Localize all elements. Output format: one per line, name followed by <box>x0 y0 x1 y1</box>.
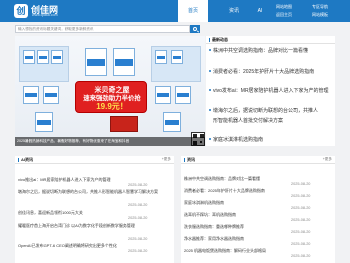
gift-box-image <box>110 116 138 132</box>
logo-domain: www.cjiaka.com <box>32 13 58 17</box>
list-item[interactable]: 消费者必看：2025年护肝片十大品牌选购指南 <box>209 68 333 75</box>
product-box-featured <box>113 48 135 76</box>
list-item[interactable]: 株洲中共空调选购指南：品牌对比一篇看懂 <box>209 47 333 54</box>
item-date: 2025-08-20 <box>291 242 311 246</box>
item-date: 2025-08-20 <box>128 216 148 220</box>
promo-banner: 米贝奇之屋 速来强劲助力半价抢 19.9元！ <box>75 81 147 113</box>
product-box <box>163 112 181 132</box>
promo-price: 19.9元！ <box>96 102 128 111</box>
search-button[interactable] <box>190 25 200 33</box>
news-panel: 资讯 +更多 株洲中共空调选购指南：品牌对比一篇看懂 2025-08-20 消费… <box>181 156 335 263</box>
news-link[interactable]: 家庭冰淇淋机选购指南 <box>213 137 263 143</box>
panel-accent-bar <box>209 38 210 42</box>
bullet-icon <box>209 138 211 140</box>
panel-header: 最新动态 <box>206 36 335 44</box>
panel-title: 最新动态 <box>212 37 228 42</box>
more-link[interactable]: +更多 <box>323 157 332 162</box>
list-item[interactable]: 墩海尔之后，据说切断为联想的台公司，共推人形智能机器人智慧学习解决方案 <box>18 189 171 195</box>
product-box <box>175 86 191 104</box>
news-link[interactable]: 株洲中共空调选购指南：品牌对比一篇看懂 <box>213 48 308 54</box>
item-date: 2025-08-20 <box>128 249 148 253</box>
search-input[interactable]: 输入想找的资讯标题关键词，获取更多新鲜资讯 <box>15 25 190 33</box>
item-date: 2025-08-20 <box>128 203 148 207</box>
item-date: 2025-08-20 <box>291 254 311 258</box>
slide-image[interactable]: 米贝奇之屋 速来强劲助力半价抢 19.9元！ <box>15 36 205 146</box>
product-box <box>23 86 39 104</box>
list-item[interactable]: 墩海尔之后，据说切断为联想的台公司，共推人 <box>209 107 333 114</box>
list-item[interactable]: vivo发布ai：MR居家陪护机器人进入下家为产的管理 <box>209 87 333 94</box>
panel-title: AI资讯 <box>21 157 33 162</box>
slide-caption-bar: 2025暑假热销科技产品，暑假好物推荐，有好物优惠来了在淘宝和抖音 <box>15 137 205 146</box>
panel-header: 资讯 +更多 <box>181 156 335 164</box>
item-date: 2025-08-20 <box>291 230 311 234</box>
panel-header: AI资讯 +更多 <box>15 156 174 164</box>
item-date: 2025-08-20 <box>291 218 311 222</box>
news-link[interactable]: 消费者必看：2025年护肝片十大品牌选购指南 <box>213 69 314 75</box>
item-date: 2025-08-20 <box>128 237 148 241</box>
list-item[interactable]: vivo推出ai：MR居家陪护机器人进入下家为产的管理 <box>18 177 171 183</box>
nav-item-home[interactable]: 首页 <box>178 0 208 22</box>
list-item[interactable]: 创佳讯息，喜迎新品领衔1000元大关 <box>18 210 171 216</box>
bullet-icon <box>209 70 211 72</box>
nav-item-news[interactable]: 资讯 <box>222 0 246 22</box>
ai-news-panel: AI资讯 +更多 vivo推出ai：MR居家陪护机器人进入下家为产的管理 202… <box>15 156 174 263</box>
list-item[interactable]: 家庭冰淇淋机选购指南 <box>209 136 333 143</box>
list-item-continued[interactable]: 形智能机器人首批交付解决方案 <box>213 117 333 124</box>
site-logo[interactable]: 创 创佳网 www.cjiaka.com <box>14 3 76 19</box>
link-home[interactable]: 返回主页 <box>276 12 292 18</box>
news-link[interactable]: vivo发布ai：MR居家陪护机器人进入下家为产的管理 <box>213 88 329 94</box>
more-link[interactable]: +更多 <box>162 157 171 162</box>
panel-accent-bar <box>18 158 19 162</box>
logo-mark-icon: 创 <box>14 4 28 18</box>
item-date: 2025-08-20 <box>291 194 311 198</box>
panel-accent-bar <box>184 158 185 162</box>
item-date: 2025-08-20 <box>291 206 311 210</box>
product-box <box>23 50 35 64</box>
bullet-icon <box>209 49 211 51</box>
link-zone-nav[interactable]: 专区导航 <box>312 4 328 10</box>
news-link[interactable]: 墩海尔之后，据说切断为联想的台公司，共推人 <box>213 108 318 114</box>
latest-news-panel: 最新动态 株洲中共空调选购指南：品牌对比一篇看懂 消费者必看：2025年护肝片十… <box>206 36 335 146</box>
link-templates[interactable]: 网站模板 <box>312 12 328 18</box>
product-box <box>171 50 183 64</box>
item-date: 2025-08-20 <box>128 183 148 187</box>
product-box <box>51 50 63 64</box>
product-box-featured <box>85 48 107 76</box>
product-box <box>43 86 59 104</box>
featured-slider[interactable]: 米贝奇之屋 速来强劲助力半价抢 19.9元！ 2025暑假热销科技产品，暑假好物… <box>15 36 205 146</box>
product-box <box>155 50 167 64</box>
item-date: 2025-08-20 <box>291 182 311 186</box>
product-box <box>155 86 171 104</box>
product-box <box>35 112 53 132</box>
bullet-icon <box>209 89 211 91</box>
bullet-icon <box>209 109 211 111</box>
list-item[interactable]: 耀暖医疗首上海开启台湾门诊 以AI为数字化手段创新数学服务管理 <box>18 223 171 229</box>
product-box <box>37 50 49 64</box>
top-navigation-bar: 创 创佳网 www.cjiaka.com 首页 资讯 AI 网站地图 返回主页 … <box>0 0 350 22</box>
slide-caption[interactable]: 2025暑假热销科技产品，暑假好物推荐，有好物优惠来了在淘宝和抖音 <box>17 139 129 144</box>
nav-item-ai[interactable]: AI <box>250 0 270 22</box>
link-sitemap[interactable]: 网站地图 <box>276 4 292 10</box>
panel-title: 资讯 <box>187 157 195 162</box>
list-item[interactable]: OpenAI已发布GPT-6 CEO阐述明确将研究出更多个性化 <box>18 243 171 249</box>
